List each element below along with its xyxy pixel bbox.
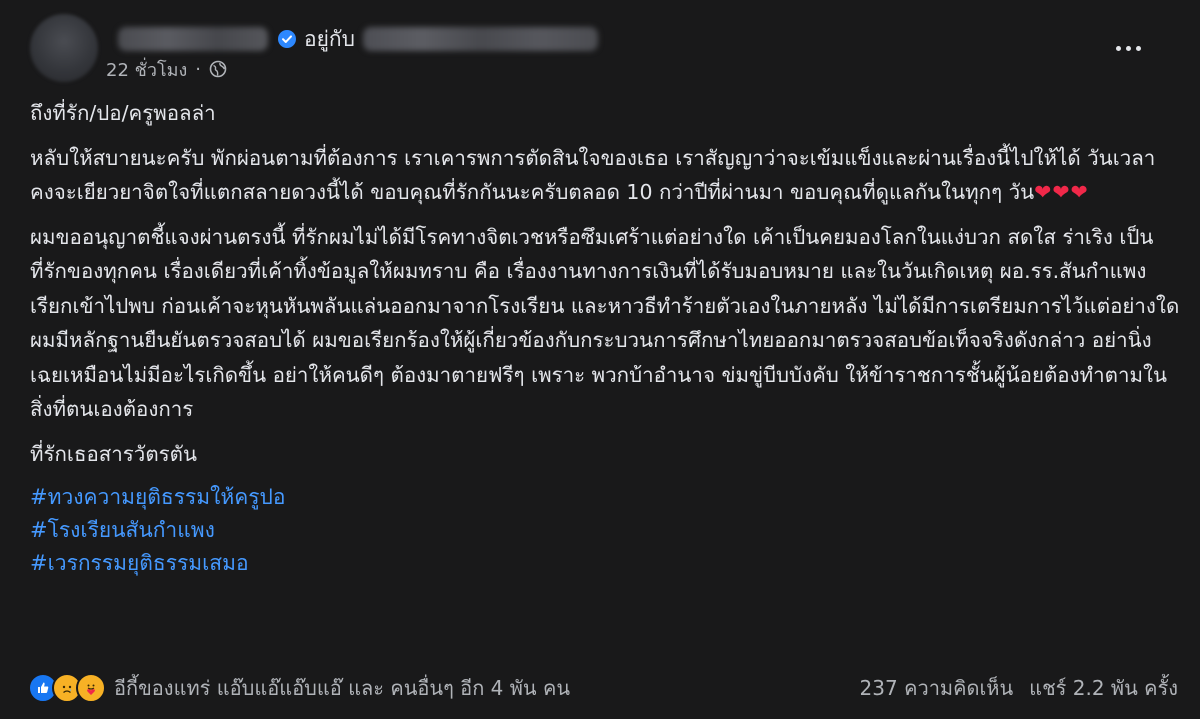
tagged-page-blurred[interactable]	[362, 27, 598, 51]
hashtag-link[interactable]: #เวรกรรมยุติธรรมเสมอ	[30, 547, 1180, 580]
author-avatar[interactable]	[30, 14, 98, 82]
meta-separator: ·	[195, 58, 202, 80]
care-icon	[76, 673, 106, 703]
reaction-icons[interactable]	[28, 673, 106, 703]
verified-badge-icon	[278, 30, 296, 48]
globe-icon[interactable]	[209, 60, 227, 78]
facebook-post: อยู่กับ 22 ชั่วโมง · ถึงที่รัก/ปอ/ครูพอล…	[0, 0, 1200, 719]
paragraph-1-text: หลับให้สบายนะครับ พักผ่อนตามที่ต้องการ เ…	[30, 145, 1156, 205]
post-meta: 22 ชั่วโมง ·	[106, 56, 227, 82]
with-label: อยู่กับ	[304, 26, 355, 51]
author-name-row: อยู่กับ	[118, 22, 598, 56]
paragraph-2: ผมขออนุญาตชี้แจงผ่านตรงนี้ ที่รักผมไม่ได…	[30, 224, 1180, 422]
post-footer: อีกี้ของแทร่ แอ๊บแอ๊แอ๊บแอ๊ และ คนอื่นๆ …	[28, 670, 1178, 706]
shares-count[interactable]: แชร์ 2.2 พัน ครั้ง	[1029, 672, 1178, 704]
post-timestamp[interactable]: 22 ชั่วโมง	[106, 55, 187, 84]
comments-count[interactable]: 237 ความคิดเห็น	[860, 672, 1014, 704]
hashtag-link[interactable]: #โรงเรียนสันกำแพง	[30, 514, 1180, 547]
engagement-stats: 237 ความคิดเห็น แชร์ 2.2 พัน ครั้ง	[860, 672, 1178, 704]
post-body: ถึงที่รัก/ปอ/ครูพอลล่า หลับให้สบายนะครับ…	[30, 96, 1180, 580]
author-name-blurred[interactable]	[118, 27, 268, 51]
greeting-line: ถึงที่รัก/ปอ/ครูพอลล่า	[30, 101, 216, 125]
post-header: อยู่กับ 22 ชั่วโมง ·	[30, 14, 1170, 84]
hashtag-link[interactable]: #ทวงความยุติธรรมให้ครูปอ	[30, 481, 1180, 514]
hearts-emoji: ❤❤❤	[1034, 180, 1089, 204]
hashtag-list: #ทวงความยุติธรรมให้ครูปอ #โรงเรียนสันกำแ…	[30, 481, 1180, 580]
paragraph-1: หลับให้สบายนะครับ พักผ่อนตามที่ต้องการ เ…	[30, 141, 1180, 210]
more-options-icon[interactable]	[1108, 28, 1148, 68]
closing-line: ที่รักเธอสารวัตรตัน	[30, 441, 197, 466]
reactions-text[interactable]: อีกี้ของแทร่ แอ๊บแอ๊แอ๊บแอ๊ และ คนอื่นๆ …	[114, 672, 570, 704]
reactions-summary[interactable]: อีกี้ของแทร่ แอ๊บแอ๊แอ๊บแอ๊ และ คนอื่นๆ …	[28, 672, 570, 704]
